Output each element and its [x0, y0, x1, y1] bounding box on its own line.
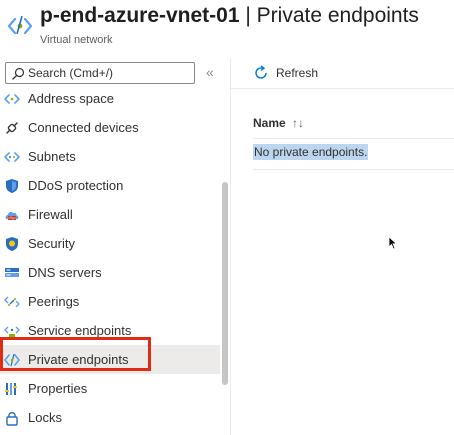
- title-separator: |: [239, 4, 257, 27]
- sidebar-item-properties[interactable]: Properties: [0, 374, 220, 403]
- sidebar-item-firewall[interactable]: Firewall: [0, 200, 220, 229]
- column-header-label: Name: [253, 116, 286, 130]
- sidebar-item-label: Subnets: [28, 149, 76, 164]
- sidebar-item-connected-devices[interactable]: Connected devices: [0, 113, 220, 142]
- firewall-icon: [5, 211, 19, 220]
- sidebar-item-security[interactable]: Security: [0, 229, 220, 258]
- sort-icon[interactable]: ↑↓: [292, 116, 304, 130]
- vnet-icon: [7, 15, 33, 35]
- table-header-divider: [253, 138, 454, 139]
- sidebar-item-address-space[interactable]: Address space: [0, 84, 220, 113]
- sidebar-item-label: Private endpoints: [28, 352, 129, 367]
- sidebar-item-subnets[interactable]: Subnets: [0, 142, 220, 171]
- properties-icon: [5, 383, 17, 395]
- search-icon: [12, 67, 25, 80]
- toolbar-divider: [231, 88, 454, 89]
- sidebar-item-label: Peerings: [28, 294, 80, 309]
- lock-icon: [6, 412, 18, 426]
- mouse-cursor-icon: [388, 236, 398, 250]
- table-row-divider: [253, 169, 454, 170]
- sidebar-item-label: Locks: [28, 410, 62, 425]
- collapse-menu-button[interactable]: «: [206, 64, 214, 80]
- sidebar-item-ddos-protection[interactable]: DDoS protection: [0, 171, 220, 200]
- sidebar-item-dns-servers[interactable]: DNS servers: [0, 258, 220, 287]
- resource-name: p-end-azure-vnet-01: [40, 4, 240, 27]
- page-title: p-end-azure-vnet-01 | Private endpoints: [40, 4, 419, 28]
- address-space-icon: [4, 94, 20, 104]
- sidebar-item-label: DNS servers: [28, 265, 102, 280]
- dns-icon: [5, 268, 19, 277]
- sidebar-item-label: DDoS protection: [28, 178, 124, 193]
- private-endpoints-icon: [4, 353, 20, 367]
- sidebar-item-label: Address space: [28, 91, 114, 106]
- sidebar-item-peerings[interactable]: Peerings: [0, 287, 220, 316]
- sidebar-item-service-endpoints[interactable]: Service endpoints: [0, 316, 220, 345]
- sidebar-item-label: Connected devices: [28, 120, 139, 135]
- sidebar-item-private-endpoints[interactable]: Private endpoints: [0, 345, 220, 374]
- search-box[interactable]: [5, 62, 195, 84]
- resource-type-subtitle: Virtual network: [40, 34, 113, 46]
- sidebar-scrollbar-thumb[interactable]: [222, 182, 228, 385]
- service-endpoints-icon: [4, 326, 20, 338]
- blade-title: Private endpoints: [256, 4, 419, 27]
- page-header: p-end-azure-vnet-01 | Private endpoints …: [0, 0, 454, 56]
- sidebar-item-label: Security: [28, 236, 75, 251]
- peerings-icon: [4, 296, 20, 308]
- security-shield-icon: [6, 237, 18, 251]
- sidebar-item-label: Firewall: [28, 207, 73, 222]
- refresh-icon: [255, 65, 267, 79]
- resource-menu: « Address space Connected devices Subnet…: [0, 58, 230, 435]
- refresh-label: Refresh: [276, 66, 319, 80]
- plug-icon: [6, 122, 18, 134]
- empty-state-message: No private endpoints.: [253, 144, 369, 160]
- shield-icon: [6, 179, 18, 193]
- subnets-icon: [4, 152, 20, 162]
- content-pane: Refresh Name ↑↓ No private endpoints.: [231, 58, 454, 435]
- sidebar-item-label: Properties: [28, 381, 88, 396]
- search-input[interactable]: [28, 65, 188, 81]
- sidebar-item-label: Service endpoints: [28, 323, 132, 338]
- sidebar-item-locks[interactable]: Locks: [0, 403, 220, 432]
